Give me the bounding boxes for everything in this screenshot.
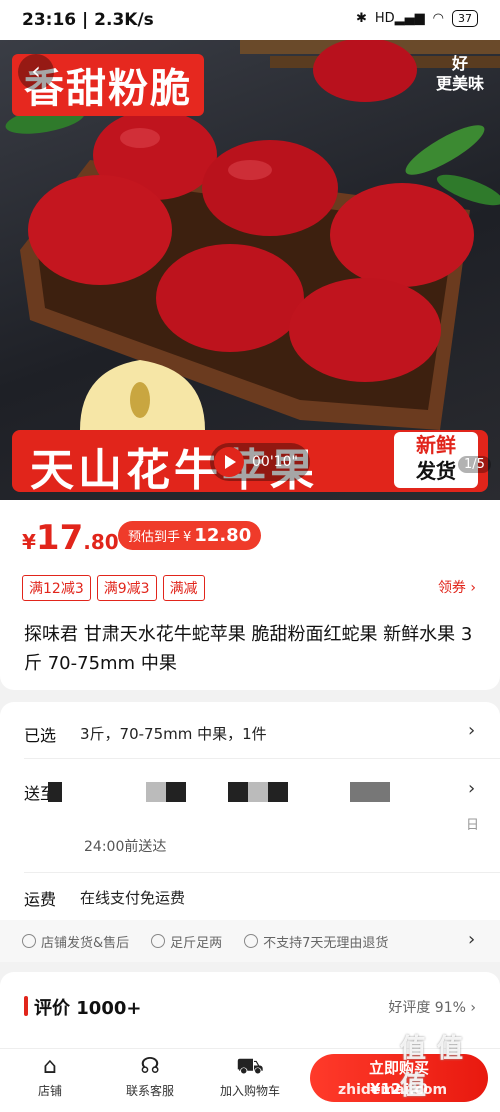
smile-icon [22, 934, 36, 948]
guarantee-item: 店铺发货&售后 [22, 932, 129, 951]
chevron-right-icon: › [468, 778, 476, 799]
divider [24, 872, 500, 873]
price: ¥17.80 [22, 518, 119, 558]
smile-icon [151, 934, 166, 948]
brand-logo: 好 更美味 [435, 54, 484, 93]
video-play-button[interactable]: 00'10" [210, 443, 310, 481]
redacted-address [166, 782, 186, 802]
info-icon [244, 934, 259, 948]
shop-button[interactable]: ⌂ 店铺 [10, 1052, 90, 1099]
shipping-fee-value: 在线支付免运费 [80, 889, 186, 907]
section-accent-bar [24, 996, 28, 1016]
play-icon [214, 447, 244, 477]
shop-icon: ⌂ [43, 1054, 57, 1079]
status-bar: 23:16 | 2.3K/s ✱ HD▂▄▆ ◠ 37 [0, 0, 500, 40]
image-page-indicator: 1/5 [458, 456, 491, 473]
wifi-icon: ◠ [432, 11, 444, 26]
estimated-price-badge: 预估到手 ¥12.80 [118, 521, 262, 550]
selected-spec-value: 3斤，70-75mm 中果，1件 [80, 725, 267, 743]
guarantee-item: 不支持7天无理由退货 [244, 932, 388, 951]
coupon-tag[interactable]: 满9减3 [96, 575, 157, 601]
redacted-address [228, 782, 248, 802]
redacted-address [248, 782, 268, 802]
status-icons: ✱ HD▂▄▆ ◠ 37 [356, 10, 478, 27]
selected-spec-row[interactable]: 已选 3斤，70-75mm 中果，1件 › [0, 712, 500, 752]
service-guarantees-row[interactable]: 店铺发货&售后 足斤足两 不支持7天无理由退货 › [0, 920, 500, 962]
guarantee-item: 足斤足两 [151, 932, 222, 951]
redacted-address [48, 782, 62, 802]
signal-icon: HD▂▄▆ [374, 11, 425, 26]
cart-icon: ⛟ [236, 1054, 264, 1079]
product-title: 探味君 甘肃天水花牛蛇苹果 脆甜粉面红蛇果 新鲜水果 3斤 70-75mm 中果 [24, 624, 473, 674]
back-button[interactable]: ‹ [18, 54, 54, 90]
customer-service-button[interactable]: ☊ 联系客服 [110, 1052, 190, 1099]
redacted-address [350, 782, 390, 802]
chevron-right-icon: › [468, 929, 476, 950]
coupon-tag[interactable]: 满减 [162, 575, 205, 601]
battery-icon: 37 [452, 10, 478, 27]
coupon-list: 满12减3 满9减3 满减 [22, 575, 205, 601]
redacted-address [146, 782, 166, 802]
video-duration: 00'10" [252, 454, 298, 470]
shipping-fee-row: 运费 在线支付免运费 [24, 889, 186, 909]
status-time: 23:16 | 2.3K/s [22, 10, 154, 30]
headset-icon: ☊ [140, 1054, 160, 1079]
divider [24, 758, 500, 759]
chevron-right-icon: › [468, 720, 476, 741]
add-to-cart-button[interactable]: ⛟ 加入购物车 [210, 1052, 290, 1099]
redacted-address [268, 782, 288, 802]
review-title: 评价 1000+ [34, 998, 142, 1019]
coupon-tag[interactable]: 满12减3 [22, 575, 91, 601]
claim-coupon-link[interactable]: 领券 › [438, 577, 476, 597]
delivery-address-row[interactable]: 送至 › 日 24:00前送达 [0, 770, 500, 860]
delivery-time: 24:00前送达 [84, 839, 167, 855]
bluetooth-icon: ✱ [355, 11, 367, 26]
watermark-site: zhidemai.com [338, 1082, 448, 1098]
positive-rating: 好评度 91% › [388, 1000, 476, 1016]
